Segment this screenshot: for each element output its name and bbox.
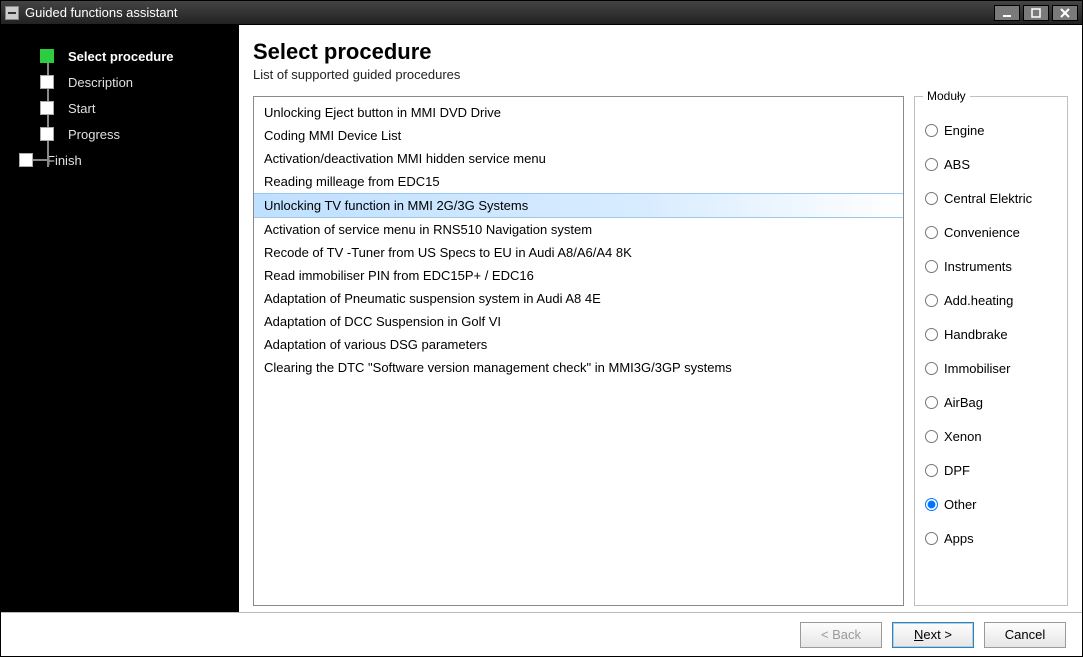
step-start[interactable]: Start — [11, 95, 229, 121]
radio-label: Handbrake — [944, 327, 1008, 342]
content-row: Unlocking Eject button in MMI DVD DriveC… — [253, 96, 1068, 606]
module-radio[interactable]: AirBag — [925, 385, 1057, 419]
step-marker-icon — [19, 153, 33, 167]
radio-label: AirBag — [944, 395, 983, 410]
back-button[interactable]: < Back — [800, 622, 882, 648]
radio-label: Convenience — [944, 225, 1020, 240]
step-description[interactable]: Description — [11, 69, 229, 95]
radio-input[interactable] — [925, 158, 938, 171]
minimize-button[interactable] — [994, 5, 1020, 21]
radio-label: DPF — [944, 463, 970, 478]
radio-input[interactable] — [925, 124, 938, 137]
upper-panel: Select procedure Description Start Progr… — [1, 25, 1082, 612]
radio-label: Add.heating — [944, 293, 1013, 308]
radio-label: Immobiliser — [944, 361, 1010, 376]
step-marker-icon — [40, 75, 54, 89]
wizard-steps-sidebar: Select procedure Description Start Progr… — [1, 25, 239, 612]
module-radio[interactable]: Immobiliser — [925, 351, 1057, 385]
module-radio[interactable]: Handbrake — [925, 317, 1057, 351]
radio-label: Engine — [944, 123, 984, 138]
radio-input[interactable] — [925, 396, 938, 409]
radio-label: Xenon — [944, 429, 982, 444]
modules-group: Moduły EngineABSCentral ElektricConvenie… — [914, 96, 1068, 606]
step-finish[interactable]: Finish — [11, 147, 229, 173]
close-button[interactable] — [1052, 5, 1078, 21]
radio-input[interactable] — [925, 260, 938, 273]
step-label: Description — [68, 75, 133, 90]
module-radio[interactable]: ABS — [925, 147, 1057, 181]
client-area: Select procedure Description Start Progr… — [1, 25, 1082, 656]
step-marker-icon — [40, 127, 54, 141]
step-select-procedure[interactable]: Select procedure — [11, 43, 229, 69]
wizard-footer: < Back Next > Cancel — [1, 612, 1082, 656]
radio-label: Central Elektric — [944, 191, 1032, 206]
module-radio[interactable]: Xenon — [925, 419, 1057, 453]
app-icon — [5, 6, 19, 20]
list-item[interactable]: Read immobiliser PIN from EDC15P+ / EDC1… — [254, 264, 903, 287]
list-item[interactable]: Unlocking Eject button in MMI DVD Drive — [254, 101, 903, 124]
page-title: Select procedure — [253, 39, 1068, 65]
procedure-list[interactable]: Unlocking Eject button in MMI DVD DriveC… — [253, 96, 904, 606]
maximize-button[interactable] — [1023, 5, 1049, 21]
radio-label: Instruments — [944, 259, 1012, 274]
titlebar[interactable]: Guided functions assistant — [1, 1, 1082, 25]
list-item[interactable]: Adaptation of DCC Suspension in Golf VI — [254, 310, 903, 333]
step-label: Start — [68, 101, 95, 116]
modules-legend: Moduły — [923, 89, 970, 103]
step-marker-icon — [40, 101, 54, 115]
list-item[interactable]: Activation/deactivation MMI hidden servi… — [254, 147, 903, 170]
main-panel: Select procedure List of supported guide… — [239, 25, 1082, 612]
list-item[interactable]: Unlocking TV function in MMI 2G/3G Syste… — [254, 193, 903, 218]
list-item[interactable]: Adaptation of various DSG parameters — [254, 333, 903, 356]
module-radio[interactable]: Other — [925, 487, 1057, 521]
module-radio[interactable]: Engine — [925, 113, 1057, 147]
step-marker-icon — [40, 49, 54, 63]
module-radio[interactable]: Instruments — [925, 249, 1057, 283]
step-progress[interactable]: Progress — [11, 121, 229, 147]
radio-input[interactable] — [925, 328, 938, 341]
assistant-window: Guided functions assistant Select proced… — [0, 0, 1083, 657]
cancel-button[interactable]: Cancel — [984, 622, 1066, 648]
radio-label: ABS — [944, 157, 970, 172]
module-radio[interactable]: Apps — [925, 521, 1057, 555]
list-item[interactable]: Coding MMI Device List — [254, 124, 903, 147]
next-button[interactable]: Next > — [892, 622, 974, 648]
radio-label: Apps — [944, 531, 974, 546]
radio-input[interactable] — [925, 192, 938, 205]
step-label: Select procedure — [68, 49, 174, 64]
radio-input[interactable] — [925, 532, 938, 545]
radio-input[interactable] — [925, 498, 938, 511]
list-item[interactable]: Clearing the DTC "Software version manag… — [254, 356, 903, 379]
step-label: Finish — [47, 153, 82, 168]
radio-input[interactable] — [925, 430, 938, 443]
window-controls — [994, 5, 1078, 21]
step-label: Progress — [68, 127, 120, 142]
module-radio[interactable]: DPF — [925, 453, 1057, 487]
window-title: Guided functions assistant — [25, 5, 177, 20]
list-item[interactable]: Adaptation of Pneumatic suspension syste… — [254, 287, 903, 310]
page-subtitle: List of supported guided procedures — [253, 67, 1068, 82]
list-item[interactable]: Activation of service menu in RNS510 Nav… — [254, 218, 903, 241]
module-radio[interactable]: Add.heating — [925, 283, 1057, 317]
radio-input[interactable] — [925, 464, 938, 477]
module-radio[interactable]: Convenience — [925, 215, 1057, 249]
list-item[interactable]: Reading milleage from EDC15 — [254, 170, 903, 193]
radio-input[interactable] — [925, 362, 938, 375]
radio-input[interactable] — [925, 294, 938, 307]
step-connector-icon — [47, 141, 49, 167]
list-item[interactable]: Recode of TV -Tuner from US Specs to EU … — [254, 241, 903, 264]
radio-input[interactable] — [925, 226, 938, 239]
module-radio[interactable]: Central Elektric — [925, 181, 1057, 215]
radio-label: Other — [944, 497, 977, 512]
